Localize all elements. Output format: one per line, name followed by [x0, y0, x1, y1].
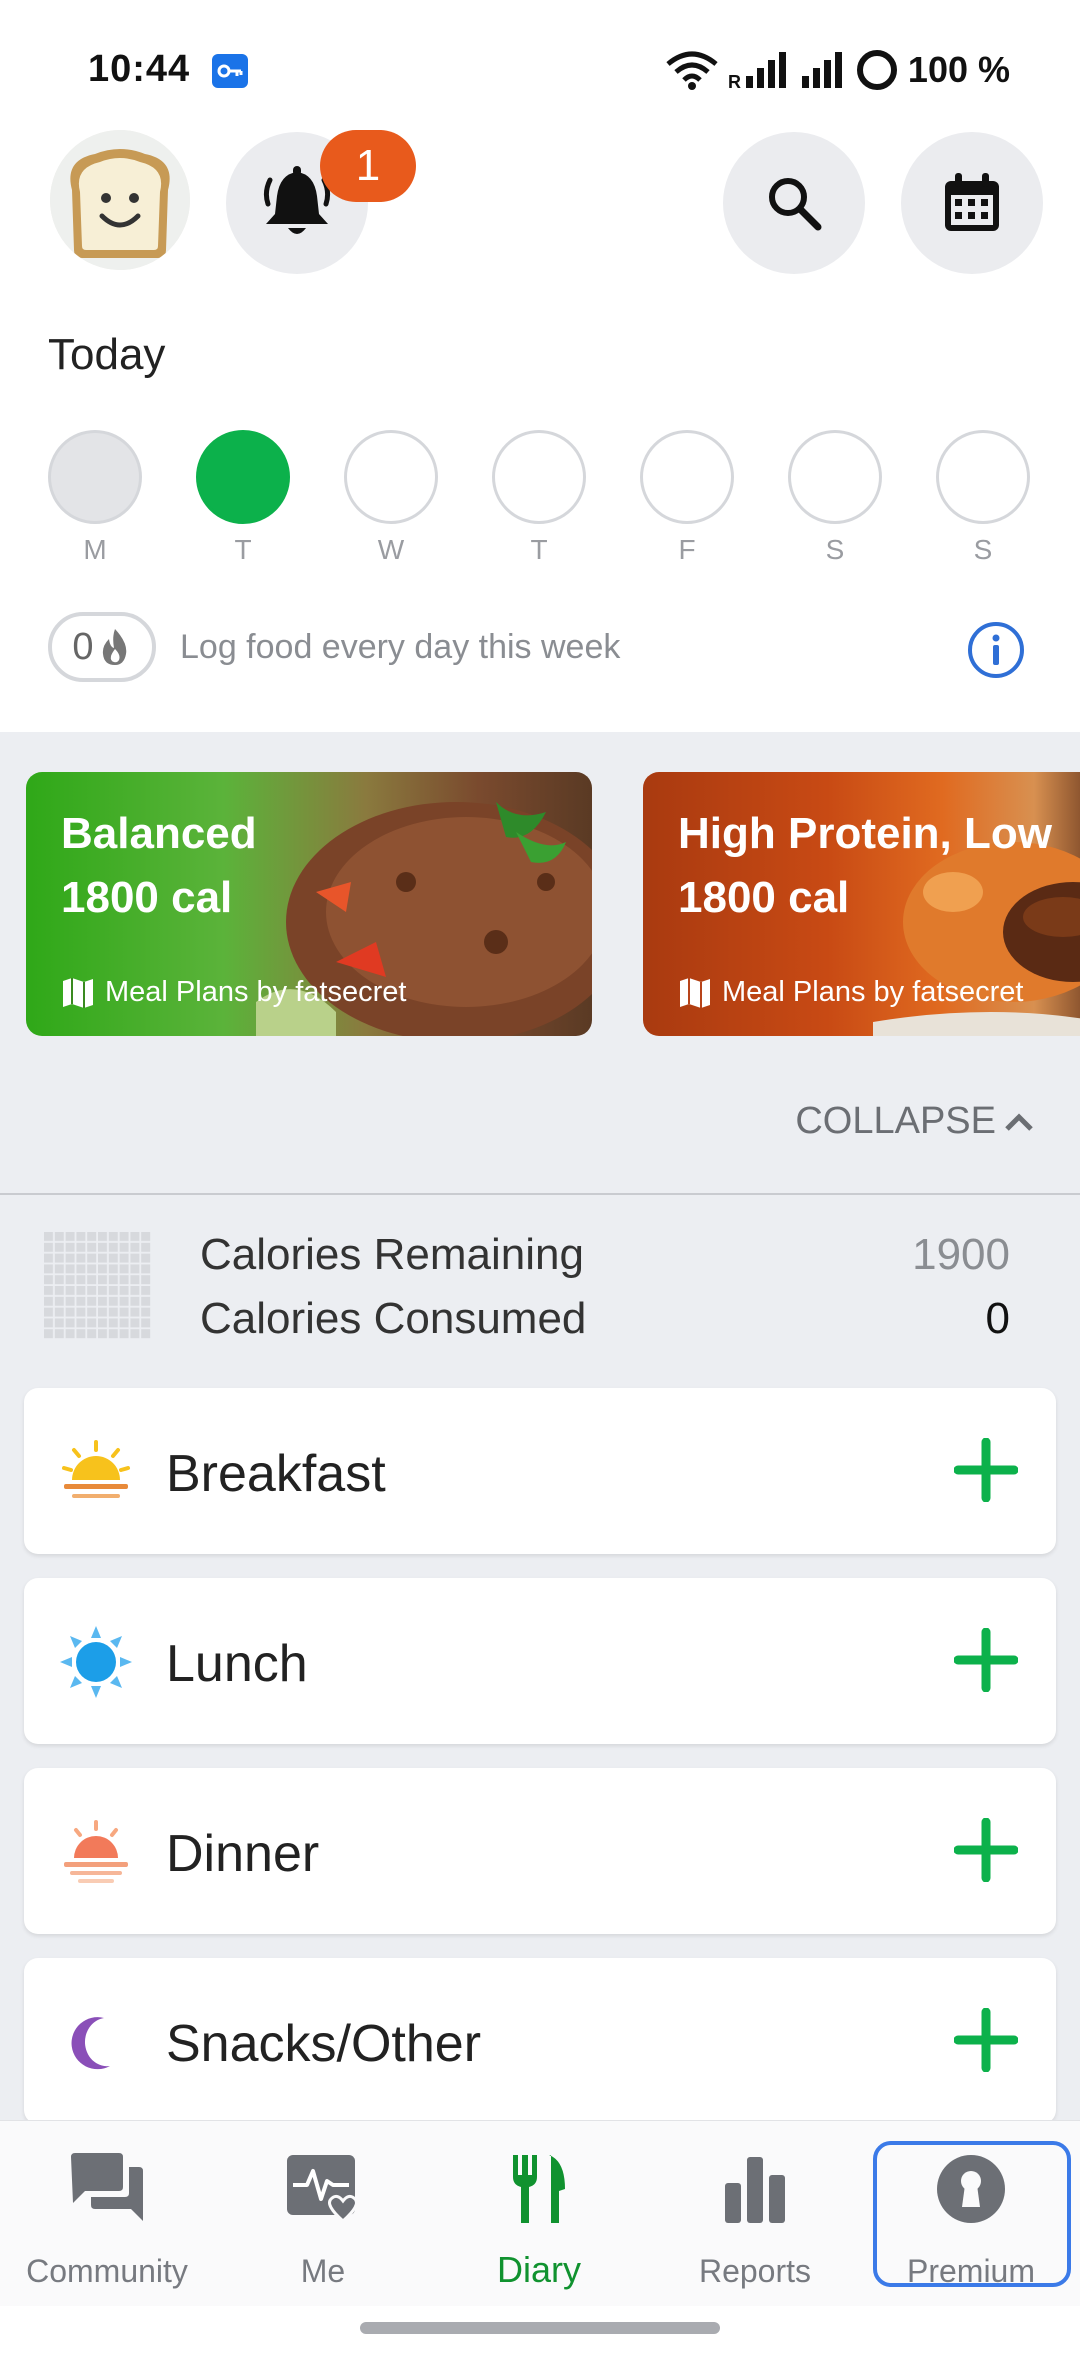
meal-plan-footer: Meal Plans by fatsecret	[61, 976, 406, 1009]
day-letter: F	[678, 534, 696, 565]
day-circle	[48, 430, 142, 524]
nav-label: Reports	[698, 2253, 812, 2289]
meal-plan-provider: Meal Plans by fatsecret	[105, 976, 407, 1008]
info-button[interactable]	[966, 620, 1026, 680]
nav-reports[interactable]: Reports	[650, 2121, 860, 2307]
signal-roaming-icon: R	[728, 52, 786, 90]
chat-icon	[71, 2153, 143, 2221]
status-icons: R 100 %	[666, 48, 1010, 92]
meal-row-lunch[interactable]: Lunch	[24, 1578, 1056, 1744]
meal-plan-provider: Meal Plans by fatsecret	[722, 976, 1024, 1008]
avatar[interactable]	[50, 130, 190, 270]
vpn-key-icon	[212, 54, 248, 88]
add-breakfast-button[interactable]	[954, 1438, 1018, 1502]
sunset-icon	[64, 1820, 128, 1883]
meal-row-dinner[interactable]: Dinner	[24, 1768, 1056, 1934]
status-time: 10:44	[88, 48, 191, 90]
premium-focus-outline	[873, 2141, 1071, 2287]
day-letter: M	[83, 534, 107, 565]
streak-count: 0	[72, 625, 94, 668]
fork-knife-icon	[513, 2155, 565, 2223]
nav-community[interactable]: Community	[2, 2121, 212, 2307]
svg-text:R: R	[728, 72, 741, 90]
map-icon	[680, 977, 710, 1008]
health-monitor-icon	[287, 2155, 358, 2224]
week-day-row: M T W T F S S	[48, 430, 1038, 565]
day-saturday[interactable]: S	[788, 430, 882, 566]
meal-plan-card-high-protein[interactable]: High Protein, Low 1800 cal Meal Plans by…	[643, 772, 1080, 1036]
calories-consumed-value: 0	[985, 1294, 1010, 1343]
collapse-button[interactable]: COLLAPSE	[795, 1100, 1034, 1143]
streak-counter: 0	[48, 612, 156, 682]
meal-plan-footer: Meal Plans by fatsecret	[678, 976, 1023, 1009]
day-letter: S	[973, 534, 993, 565]
signal-icon	[801, 52, 842, 88]
info-icon	[968, 622, 1024, 678]
meal-plan-name: Balanced	[61, 809, 257, 858]
add-snacks-button[interactable]	[954, 2008, 1018, 2072]
meal-plan-card-balanced[interactable]: Balanced 1800 cal Meal Plans by fatsecre…	[26, 772, 592, 1036]
day-sunday[interactable]: S	[936, 430, 1030, 566]
meal-row-breakfast[interactable]: Breakfast	[24, 1388, 1056, 1554]
nav-label: Community	[26, 2253, 188, 2289]
nav-label: Me	[300, 2253, 346, 2289]
collapse-label: COLLAPSE	[795, 1100, 996, 1142]
status-bar: 10:44 R 100 %	[0, 0, 1080, 120]
meal-plan-name: High Protein, Low	[678, 809, 1052, 858]
day-letter: W	[377, 534, 405, 565]
day-circle	[788, 430, 882, 524]
calories-consumed-label: Calories Consumed	[200, 1294, 587, 1343]
day-circle	[492, 430, 586, 524]
wifi-icon	[666, 51, 718, 90]
calendar-icon	[945, 173, 999, 231]
flame-icon	[102, 629, 126, 665]
map-icon	[63, 977, 93, 1008]
meal-name: Lunch	[166, 1635, 308, 1693]
day-circle	[936, 430, 1030, 524]
sun-icon	[60, 1626, 132, 1698]
meal-row-snacks[interactable]: Snacks/Other	[24, 1958, 1056, 2124]
today-label: Today	[48, 330, 166, 379]
day-tuesday[interactable]: T	[196, 430, 290, 566]
nav-me[interactable]: Me	[218, 2121, 428, 2307]
meal-name: Breakfast	[166, 1445, 386, 1503]
nav-label: Diary	[496, 2249, 581, 2290]
meal-plan-title: High Protein, Low 1800 cal	[678, 802, 1052, 930]
calories-remaining-label: Calories Remaining	[200, 1230, 584, 1279]
day-friday[interactable]: F	[640, 430, 734, 566]
section-divider	[0, 1193, 1080, 1195]
day-circle	[196, 430, 290, 524]
battery-percentage: 100 %	[907, 49, 1010, 90]
meal-plan-title: Balanced 1800 cal	[61, 802, 257, 930]
moon-icon	[71, 2017, 110, 2070]
chevron-up-icon	[1005, 1112, 1033, 1131]
day-thursday[interactable]: T	[492, 430, 586, 566]
toast-avatar-icon	[50, 130, 190, 270]
day-letter: T	[530, 534, 548, 565]
calendar-button[interactable]	[901, 132, 1043, 274]
meal-plan-calories: 1800 cal	[61, 873, 233, 922]
day-letter: T	[234, 534, 252, 565]
search-button[interactable]	[723, 132, 865, 274]
meal-name: Dinner	[166, 1825, 320, 1883]
search-icon	[769, 178, 822, 231]
day-monday[interactable]: M	[48, 430, 142, 566]
nav-diary[interactable]: Diary	[434, 2121, 644, 2307]
streak-message: Log food every day this week	[180, 628, 621, 666]
day-wednesday[interactable]: W	[344, 430, 438, 566]
meal-name: Snacks/Other	[166, 2015, 482, 2073]
notification-badge: 1	[320, 130, 416, 202]
sunrise-icon	[62, 1440, 130, 1498]
battery-icon	[856, 50, 897, 90]
calories-remaining-value: 1900	[912, 1230, 1010, 1279]
day-circle	[344, 430, 438, 524]
add-dinner-button[interactable]	[954, 1818, 1018, 1882]
day-circle	[640, 430, 734, 524]
add-lunch-button[interactable]	[954, 1628, 1018, 1692]
bar-chart-icon	[725, 2157, 785, 2223]
calories-chart-icon	[44, 1232, 152, 1340]
home-indicator[interactable]	[360, 2322, 720, 2334]
day-letter: S	[825, 534, 845, 565]
meal-plan-calories: 1800 cal	[678, 873, 850, 922]
